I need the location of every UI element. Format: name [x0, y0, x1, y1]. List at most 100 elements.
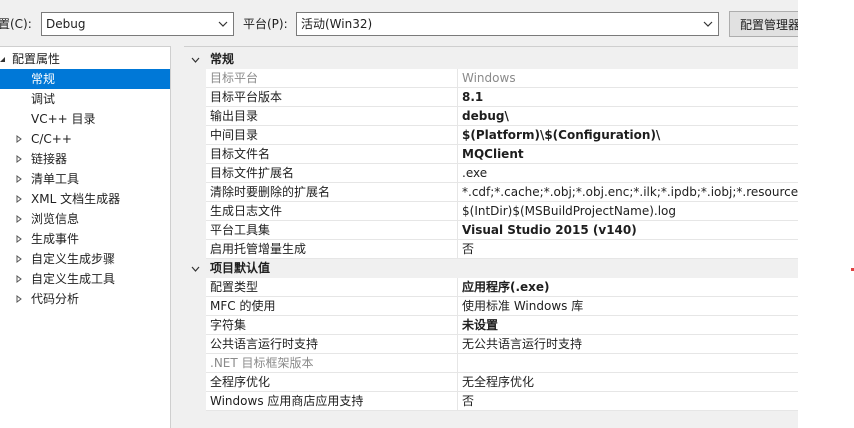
property-row[interactable]: .NET 目标框架版本 — [206, 354, 798, 373]
tree-item[interactable]: XML 文档生成器 — [0, 189, 170, 209]
property-name-cell: 启用托管增量生成 — [206, 240, 458, 259]
property-row[interactable]: Windows 应用商店应用支持 否 — [206, 392, 798, 411]
collapse-icon[interactable] — [190, 259, 200, 278]
tree-item[interactable]: 自定义生成工具 — [0, 269, 170, 289]
property-name-cell: 目标平台版本 — [206, 88, 458, 107]
property-name-cell: Windows 应用商店应用支持 — [206, 392, 458, 411]
tree-item[interactable]: 链接器 — [0, 149, 170, 169]
splitter[interactable] — [171, 46, 184, 428]
property-row[interactable]: 目标文件名 MQClient — [206, 145, 798, 164]
property-value: *.cdf;*.cache;*.obj;*.obj.enc;*.ilk;*.ip… — [462, 185, 798, 199]
property-row[interactable]: 字符集 未设置 — [206, 316, 798, 335]
property-value-cell[interactable]: 无全程序优化 — [458, 373, 798, 392]
property-row[interactable]: 目标平台版本 8.1 — [206, 88, 798, 107]
tree-item[interactable]: 生成事件 — [0, 229, 170, 249]
property-name-cell: 生成日志文件 — [206, 202, 458, 221]
property-value-cell[interactable]: .exe — [458, 164, 798, 183]
property-value: .exe — [462, 166, 488, 180]
property-value-cell[interactable]: debug\ — [458, 107, 798, 126]
property-name-cell: 目标平台 — [206, 69, 458, 88]
tree-item-label: 自定义生成步骤 — [31, 252, 116, 266]
property-value: MQClient — [462, 147, 524, 161]
property-row[interactable]: 输出目录 debug\ — [206, 107, 798, 126]
property-value-cell[interactable]: 应用程序(.exe) — [458, 278, 798, 297]
category-header[interactable]: 常规 — [184, 50, 798, 69]
property-value-cell[interactable]: Visual Studio 2015 (v140) — [458, 221, 798, 240]
property-name: MFC 的使用 — [210, 299, 276, 313]
property-value-cell[interactable]: $(Platform)\$(Configuration)\ — [458, 126, 798, 145]
property-value-cell[interactable]: 无公共语言运行时支持 — [458, 335, 798, 354]
property-value-cell[interactable] — [458, 354, 798, 373]
property-value-cell[interactable]: 否 — [458, 240, 798, 259]
property-row[interactable]: 公共语言运行时支持 无公共语言运行时支持 — [206, 335, 798, 354]
chevron-down-icon — [700, 15, 716, 33]
tree-item-label: VC++ 目录 — [31, 112, 96, 126]
tree-item[interactable]: 浏览信息 — [0, 209, 170, 229]
tree-expand-icon[interactable] — [14, 189, 24, 209]
property-value-cell[interactable]: Windows — [458, 69, 798, 88]
property-name: 输出目录 — [210, 109, 259, 123]
tree-expand-icon[interactable] — [14, 289, 24, 309]
tree-item[interactable]: 代码分析 — [0, 289, 170, 309]
tree-item[interactable]: C/C++ — [0, 129, 170, 149]
property-value-cell[interactable]: 使用标准 Windows 库 — [458, 297, 798, 316]
configuration-dropdown[interactable]: Debug — [41, 12, 234, 36]
tree-item[interactable]: 自定义生成步骤 — [0, 249, 170, 269]
property-name-cell: 字符集 — [206, 316, 458, 335]
property-row[interactable]: 全程序优化 无全程序优化 — [206, 373, 798, 392]
property-name: 字符集 — [210, 318, 247, 332]
collapse-icon[interactable] — [190, 50, 200, 69]
tree-expand-icon[interactable] — [14, 249, 24, 269]
category-header[interactable]: 项目默认值 — [184, 259, 798, 278]
tree-root-configuration-properties[interactable]: 配置属性 — [0, 49, 170, 69]
category-tree: 配置属性常规 调试 VC++ 目录 C/C++ 链接器 清单工具 XML 文档生成器 浏览信息… — [0, 46, 171, 428]
property-row[interactable]: 中间目录 $(Platform)\$(Configuration)\ — [206, 126, 798, 145]
property-value: 使用标准 Windows 库 — [462, 299, 584, 313]
configuration-manager-button[interactable]: 配置管理器 — [729, 11, 798, 37]
tree-expand-icon[interactable] — [14, 129, 24, 149]
platform-dropdown[interactable]: 活动(Win32) — [296, 12, 719, 36]
toolbar: 置(C): Debug 平台(P): 活动(Win32) 配置管理器 — [0, 0, 798, 46]
tree-expand-icon[interactable] — [14, 269, 24, 289]
background-area — [798, 0, 854, 428]
tree-root-label: 配置属性 — [12, 52, 61, 66]
property-value-cell[interactable]: 否 — [458, 392, 798, 411]
property-value-cell[interactable]: 8.1 — [458, 88, 798, 107]
property-value-cell[interactable]: 未设置 — [458, 316, 798, 335]
property-row[interactable]: 目标文件扩展名 .exe — [206, 164, 798, 183]
platform-value: 活动(Win32) — [301, 17, 373, 31]
property-row[interactable]: 生成日志文件 $(IntDir)$(MSBuildProjectName).log — [206, 202, 798, 221]
category-title: 项目默认值 — [210, 261, 271, 275]
property-value-cell[interactable]: *.cdf;*.cache;*.obj;*.obj.enc;*.ilk;*.ip… — [458, 183, 798, 202]
tree-item-label: C/C++ — [31, 132, 72, 146]
property-row[interactable]: 平台工具集 Visual Studio 2015 (v140) — [206, 221, 798, 240]
property-row[interactable]: 启用托管增量生成 否 — [206, 240, 798, 259]
tree-item[interactable]: VC++ 目录 — [0, 109, 170, 129]
property-row[interactable]: 配置类型 应用程序(.exe) — [206, 278, 798, 297]
tree-expand-icon[interactable] — [14, 149, 24, 169]
property-row[interactable]: 清除时要删除的扩展名 *.cdf;*.cache;*.obj;*.obj.enc;… — [206, 183, 798, 202]
property-grid: 常规 目标平台 Windows 目标平台版本 8.1 输出目录 debug\ 中间目录 $(Pl… — [184, 46, 798, 428]
tree-item-label: 生成事件 — [31, 232, 80, 246]
property-value-cell[interactable]: $(IntDir)$(MSBuildProjectName).log — [458, 202, 798, 221]
property-name-cell: 目标文件扩展名 — [206, 164, 458, 183]
tree-item[interactable]: 调试 — [0, 89, 170, 109]
property-name: Windows 应用商店应用支持 — [210, 394, 364, 408]
property-name: 生成日志文件 — [210, 204, 283, 218]
property-value-cell[interactable]: MQClient — [458, 145, 798, 164]
tree-item[interactable]: 清单工具 — [0, 169, 170, 189]
tree-item[interactable]: 常规 — [0, 69, 170, 89]
property-value: 未设置 — [462, 318, 499, 332]
tree-expand-icon[interactable] — [14, 229, 24, 249]
property-value: 否 — [462, 242, 475, 256]
property-name-cell: 清除时要删除的扩展名 — [206, 183, 458, 202]
tree-expand-icon[interactable] — [14, 169, 24, 189]
configuration-label: 置(C): — [0, 17, 32, 31]
property-row[interactable]: 目标平台 Windows — [206, 69, 798, 88]
property-name: 公共语言运行时支持 — [210, 337, 319, 351]
tree-expand-icon[interactable] — [14, 209, 24, 229]
tree-item-label: 自定义生成工具 — [31, 272, 116, 286]
property-value: 否 — [462, 394, 475, 408]
property-row[interactable]: MFC 的使用 使用标准 Windows 库 — [206, 297, 798, 316]
tree-collapse-icon[interactable] — [0, 49, 7, 69]
